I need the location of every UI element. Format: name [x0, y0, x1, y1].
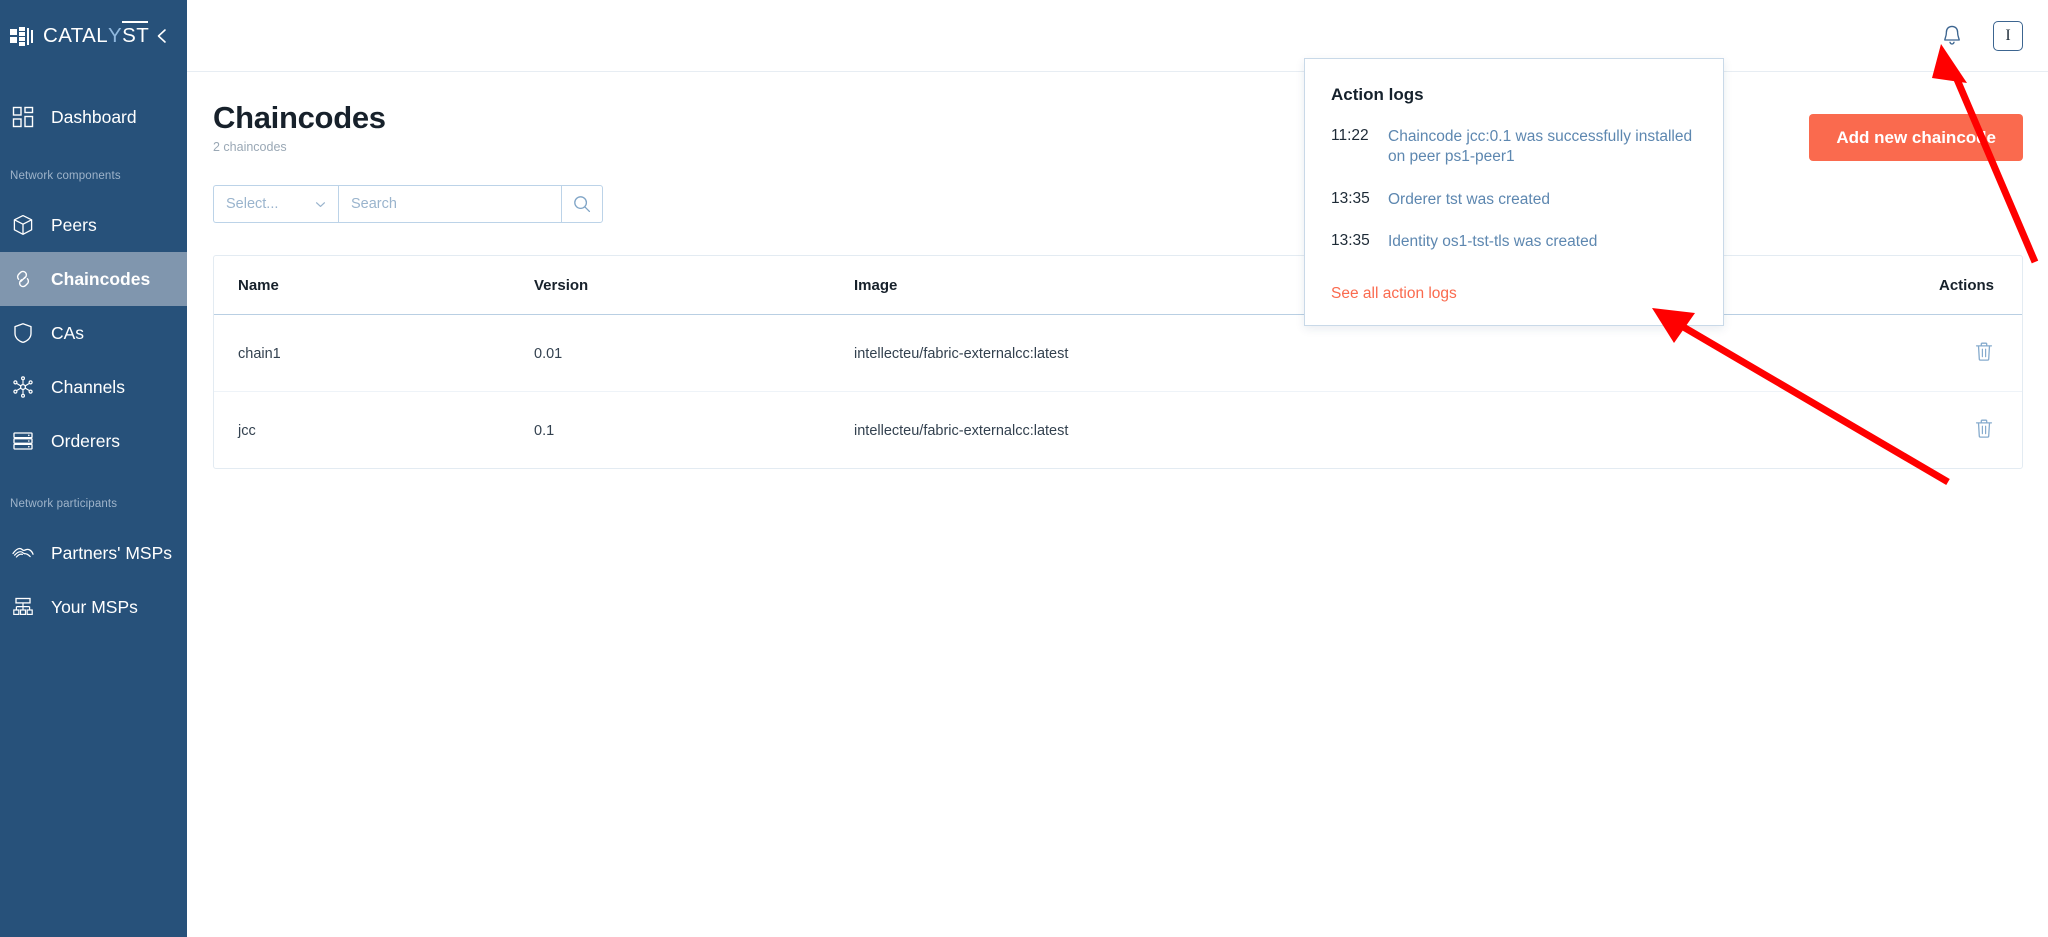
- link-chain-icon: [10, 266, 36, 292]
- search-submit-button[interactable]: [561, 185, 603, 223]
- chaincodes-table: Name Version Image Actions chain1 0.01 i…: [214, 256, 2022, 468]
- notification-bell-icon[interactable]: [1937, 21, 1967, 51]
- sidebar-item-label: CAs: [51, 323, 84, 344]
- search-input[interactable]: [351, 196, 561, 212]
- column-header-version: Version: [534, 256, 854, 315]
- action-log-text[interactable]: Identity os1-tst-tls was created: [1388, 232, 1597, 252]
- sidebar-nav: Dashboard Network components Peers: [0, 72, 187, 634]
- column-header-actions: Actions: [1872, 256, 2022, 315]
- add-new-chaincode-button[interactable]: Add new chaincode: [1809, 114, 2023, 161]
- action-log-entry: 11:22 Chaincode jcc:0.1 was successfully…: [1331, 127, 1697, 168]
- cell-name: chain1: [214, 315, 534, 392]
- page-header: Chaincodes 2 chaincodes Add new chaincod…: [187, 72, 2048, 170]
- chevron-down-icon: [314, 198, 327, 211]
- action-logs-popup: Action logs 11:22 Chaincode jcc:0.1 was …: [1304, 58, 1724, 326]
- cell-actions: [1872, 315, 2022, 392]
- action-log-text[interactable]: Chaincode jcc:0.1 was successfully insta…: [1388, 127, 1697, 168]
- action-log-entry: 13:35 Orderer tst was created: [1331, 190, 1697, 210]
- cell-name: jcc: [214, 392, 534, 469]
- search-field-wrap: [338, 185, 561, 223]
- grid-cube-icon: [10, 27, 34, 46]
- org-chart-icon: [10, 594, 36, 620]
- sidebar-item-label: Dashboard: [51, 107, 137, 128]
- action-log-time: 13:35: [1331, 190, 1375, 208]
- sidebar-item-peers[interactable]: Peers: [0, 198, 187, 252]
- sidebar-item-label: Chaincodes: [51, 269, 150, 290]
- table-row[interactable]: jcc 0.1 intellecteu/fabric-externalcc:la…: [214, 392, 2022, 469]
- cell-version: 0.01: [534, 315, 854, 392]
- table-row[interactable]: chain1 0.01 intellecteu/fabric-externalc…: [214, 315, 2022, 392]
- server-stack-icon: [10, 428, 36, 454]
- table-body: chain1 0.01 intellecteu/fabric-externalc…: [214, 315, 2022, 469]
- brand-text-1: CATAL: [43, 24, 108, 48]
- cell-image: intellecteu/fabric-externalcc:latest: [854, 392, 1872, 469]
- sidebar-item-label: Orderers: [51, 431, 120, 452]
- action-log-time: 13:35: [1331, 232, 1375, 250]
- sidebar-item-orderers[interactable]: Orderers: [0, 414, 187, 468]
- table-header-row: Name Version Image Actions: [214, 256, 2022, 315]
- sidebar-item-dashboard[interactable]: Dashboard: [0, 90, 187, 144]
- cell-actions: [1872, 392, 2022, 469]
- handshake-icon: [10, 540, 36, 566]
- page-title: Chaincodes: [213, 102, 2048, 135]
- table-head: Name Version Image Actions: [214, 256, 2022, 315]
- filter-select-value: Select...: [226, 196, 278, 212]
- action-log-entry: 13:35 Identity os1-tst-tls was created: [1331, 232, 1697, 252]
- sidebar-item-chaincodes[interactable]: Chaincodes: [0, 252, 187, 306]
- cell-image: intellecteu/fabric-externalcc:latest: [854, 315, 1872, 392]
- sidebar-item-label: Your MSPs: [51, 597, 138, 618]
- main-content: I Chaincodes 2 chaincodes Add new chainc…: [187, 0, 2048, 937]
- cell-version: 0.1: [534, 392, 854, 469]
- top-bar: I: [187, 0, 2048, 72]
- page-subtitle: 2 chaincodes: [213, 140, 2048, 154]
- trash-icon[interactable]: [1974, 341, 1994, 366]
- app-root: CATALYST Dashboard: [0, 0, 2048, 937]
- avatar[interactable]: I: [1993, 21, 2023, 51]
- sidebar-item-partners-msps[interactable]: Partners' MSPs: [0, 526, 187, 580]
- brand-text-y: Y: [108, 24, 122, 48]
- sidebar-item-label: Peers: [51, 215, 97, 236]
- cube-icon: [10, 212, 36, 238]
- search-icon: [572, 194, 592, 214]
- sidebar-section-network-participants: Network participants: [0, 498, 187, 510]
- sidebar-item-your-msps[interactable]: Your MSPs: [0, 580, 187, 634]
- action-log-time: 11:22: [1331, 127, 1375, 145]
- avatar-initial: I: [2005, 27, 2010, 45]
- sidebar-item-label: Channels: [51, 377, 125, 398]
- action-log-text[interactable]: Orderer tst was created: [1388, 190, 1550, 210]
- network-nodes-icon: [10, 374, 36, 400]
- filter-bar: Select...: [213, 185, 603, 223]
- sidebar-item-channels[interactable]: Channels: [0, 360, 187, 414]
- column-header-name: Name: [214, 256, 534, 315]
- dashboard-grid-icon: [10, 104, 36, 130]
- sidebar: CATALYST Dashboard: [0, 0, 187, 937]
- brand-wordmark: CATALYST: [43, 24, 149, 48]
- see-all-action-logs-link[interactable]: See all action logs: [1331, 285, 1457, 303]
- chevron-left-icon[interactable]: [152, 26, 172, 46]
- action-logs-title: Action logs: [1331, 85, 1697, 105]
- chaincodes-table-wrapper: Name Version Image Actions chain1 0.01 i…: [213, 255, 2023, 469]
- sidebar-item-cas[interactable]: CAs: [0, 306, 187, 360]
- trash-icon[interactable]: [1974, 418, 1994, 443]
- sidebar-section-network-components: Network components: [0, 170, 187, 182]
- sidebar-item-label: Partners' MSPs: [51, 543, 172, 564]
- filter-select[interactable]: Select...: [213, 185, 338, 223]
- shield-icon: [10, 320, 36, 346]
- brand-text-2: ST: [122, 24, 149, 48]
